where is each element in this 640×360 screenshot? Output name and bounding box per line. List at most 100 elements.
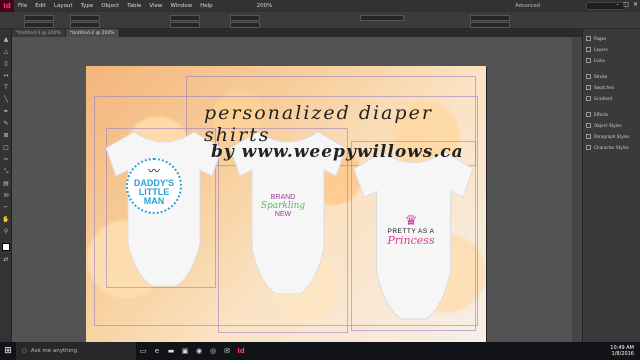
menu-table[interactable]: Table (123, 3, 145, 9)
minimize-icon[interactable]: – (616, 1, 619, 8)
rectangle-frame-tool-icon[interactable]: ⊠ (2, 133, 10, 139)
spotify-icon[interactable]: ◉ (192, 342, 206, 360)
cortana-search[interactable]: ○ Ask me anything (16, 342, 136, 360)
daddys-little-man-design[interactable]: 〰 DADDY'S LITTLE MAN (126, 158, 182, 214)
note-tool-icon[interactable]: ✉ (2, 193, 10, 199)
document-tabs: *Untitled-1 @ 200% *Untitled-2 @ 200% (12, 29, 582, 37)
design2-line1: BRAND (270, 194, 296, 201)
menu-object[interactable]: Object (97, 3, 123, 9)
rectangle-tool-icon[interactable]: □ (2, 145, 10, 151)
height-field[interactable] (70, 22, 100, 28)
menu-view[interactable]: View (145, 3, 166, 9)
panel-character-styles[interactable]: Character Styles (583, 142, 640, 152)
panel-pages[interactable]: Pages (583, 33, 640, 43)
zoom-level[interactable]: 200% (257, 3, 273, 9)
zoom-tool-icon[interactable]: ⚲ (2, 229, 10, 235)
vertical-scrollbar[interactable] (572, 37, 582, 342)
gap-tool-icon[interactable]: ↔ (2, 73, 10, 79)
panel-label: Stroke (594, 73, 608, 79)
panel-stroke[interactable]: Stroke (583, 71, 640, 81)
document-page[interactable]: personalized diaper shirts by www.weepyw… (86, 66, 486, 342)
brand-sparkling-new-design[interactable]: BRAND Sparkling NEW (246, 194, 320, 218)
panel-effects[interactable]: Effects (583, 109, 640, 119)
object-styles-icon (586, 122, 591, 128)
mustache-icon: 〰 (147, 164, 160, 178)
x-field[interactable] (24, 15, 54, 21)
y-field[interactable] (24, 22, 54, 28)
windows-start-icon[interactable]: ⊞ (0, 342, 16, 360)
control-panel (0, 12, 640, 29)
close-icon[interactable]: ✕ (633, 1, 638, 8)
fill-swatch-icon[interactable] (2, 243, 10, 251)
pen-tool-icon[interactable]: ✒ (2, 109, 10, 115)
gradient-tool-icon[interactable]: ▤ (2, 181, 10, 187)
shear-field[interactable] (230, 22, 260, 28)
title-line-1[interactable]: personalized diaper shirts (204, 102, 474, 146)
chrome-icon[interactable]: ◎ (206, 342, 220, 360)
panel-paragraph-styles[interactable]: Paragraph Styles (583, 131, 640, 141)
panel-gradient[interactable]: Gradient (583, 93, 640, 103)
search-placeholder: Ask me anything (30, 348, 78, 354)
pasteboard[interactable]: personalized diaper shirts by www.weepyw… (12, 37, 582, 342)
search-icon: ○ (22, 348, 27, 354)
page-tool-icon[interactable]: ▯ (2, 61, 10, 67)
pretty-as-a-princess-design[interactable]: ♛ PRETTY AS A Princess (371, 214, 451, 246)
design2-line3: NEW (274, 211, 292, 218)
panel-label: Gradient (594, 95, 613, 101)
opacity-field[interactable] (470, 15, 510, 21)
swap-icon[interactable]: ⇄ (2, 257, 10, 263)
menu-type[interactable]: Type (77, 3, 98, 9)
rotate-field[interactable] (230, 15, 260, 21)
workspace-switcher[interactable]: Advanced (515, 3, 540, 9)
size-field[interactable] (470, 22, 510, 28)
title-line-2[interactable]: by www.weepywillows.ca (211, 142, 481, 162)
mail-icon[interactable]: ✉ (220, 342, 234, 360)
type-tool-icon[interactable]: T (2, 85, 10, 91)
system-clock[interactable]: 10:49 AM 1/8/2016 (610, 345, 634, 357)
scale-x-field[interactable] (170, 15, 200, 21)
panel-label: Swatches (594, 84, 615, 90)
scissors-tool-icon[interactable]: ✂ (2, 157, 10, 163)
links-icon (586, 57, 591, 63)
maximize-icon[interactable]: □ (623, 1, 629, 8)
panel-object-styles[interactable]: Object Styles (583, 120, 640, 130)
indesign-logo-icon: Id (0, 0, 14, 12)
width-field[interactable] (70, 15, 100, 21)
direct-selection-tool-icon[interactable]: △ (2, 49, 10, 55)
eyedropper-tool-icon[interactable]: ⌐ (2, 205, 10, 211)
menu-layout[interactable]: Layout (50, 3, 77, 9)
indesign-taskbar-icon[interactable]: Id (234, 342, 248, 360)
tab-untitled-1[interactable]: *Untitled-1 @ 200% (12, 29, 66, 37)
stroke-weight-field[interactable] (360, 15, 404, 21)
crown-icon: ♛ (404, 213, 418, 229)
menu-bar: Id File Edit Layout Type Object Table Vi… (0, 0, 640, 12)
free-transform-tool-icon[interactable]: ⤡ (2, 169, 10, 175)
hand-tool-icon[interactable]: ✋ (2, 217, 10, 223)
menu-help[interactable]: Help (196, 3, 217, 9)
panel-label: Layers (594, 46, 608, 52)
clock-date: 1/8/2016 (611, 351, 634, 357)
windows-taskbar: ⊞ ○ Ask me anything ▭ e ▬ ▣ ◉ ◎ ✉ Id 10:… (0, 342, 640, 360)
panel-swatches[interactable]: Swatches (583, 82, 640, 92)
edge-icon[interactable]: e (150, 342, 164, 360)
panel-dock: Pages Layers Links Stroke Swatches Gradi… (582, 29, 640, 342)
panel-layers[interactable]: Layers (583, 44, 640, 54)
pencil-tool-icon[interactable]: ✎ (2, 121, 10, 127)
selection-tool-icon[interactable]: ▲ (2, 37, 10, 43)
store-icon[interactable]: ▣ (178, 342, 192, 360)
line-tool-icon[interactable]: ╲ (2, 97, 10, 103)
panel-label: Object Styles (594, 122, 622, 128)
file-explorer-icon[interactable]: ▬ (164, 342, 178, 360)
panel-label: Character Styles (594, 144, 629, 150)
design1-line3: MAN (143, 196, 165, 206)
swatches-icon (586, 84, 591, 90)
menu-edit[interactable]: Edit (31, 3, 50, 9)
menu-window[interactable]: Window (166, 3, 196, 9)
menu-file[interactable]: File (14, 3, 31, 9)
tab-untitled-2[interactable]: *Untitled-2 @ 200% (65, 29, 120, 37)
panel-links[interactable]: Links (583, 55, 640, 65)
gradient-icon (586, 95, 591, 101)
effects-icon (586, 111, 591, 117)
scale-y-field[interactable] (170, 22, 200, 28)
task-view-icon[interactable]: ▭ (136, 342, 150, 360)
